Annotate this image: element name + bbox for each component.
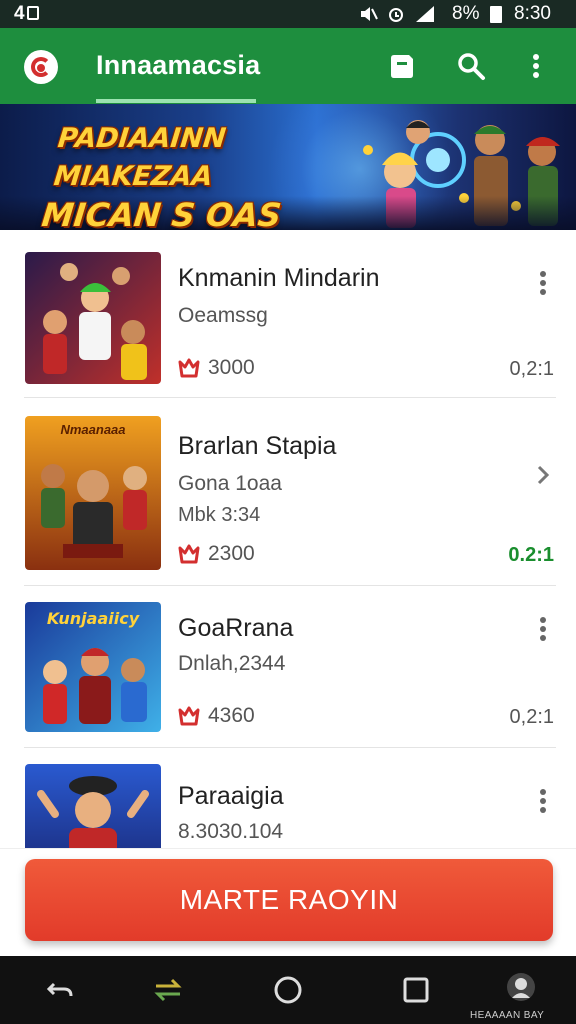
crown-icon (178, 358, 200, 378)
search-icon (458, 53, 485, 80)
assistant-button[interactable] (504, 970, 536, 1002)
game-thumbnail: Kunjaaiicy (25, 602, 161, 732)
thumb-title: Kunjaaiicy (47, 609, 140, 628)
game-version: 0.2:1 (508, 544, 554, 566)
chevron-right-icon (537, 465, 550, 485)
mute-icon (361, 7, 378, 21)
bookmark-button[interactable] (386, 50, 418, 82)
status-bar: 4 8% 8:30 (0, 0, 576, 28)
game-rating: 2300 (178, 542, 255, 566)
game-subtitle: Gona 1oaa (178, 472, 282, 495)
alarm-icon (389, 8, 403, 22)
game-thumbnail (25, 764, 161, 850)
item-more-button[interactable] (532, 268, 554, 298)
game-thumbnail (25, 252, 161, 384)
list-item[interactable]: Knmanin Mindarin Oeamssg 3000 0,2:1 (0, 230, 576, 398)
assistant-icon (507, 973, 535, 1001)
app-title: Innaamacsia (96, 50, 261, 80)
status-icons (358, 2, 436, 26)
title-underline (96, 99, 256, 103)
banner-headline: PADIAAINN MIAKEZAA MICAN S OAS NERR!! (40, 120, 380, 230)
game-subtitle: 8.3030.104 (178, 820, 284, 843)
list-item[interactable]: Kunjaaiicy GoaRrana Dnlah,2344 4360 0,2:… (0, 586, 576, 748)
home-button[interactable] (272, 974, 304, 1006)
list-item[interactable]: Nmaanaaa Brarlan Stapia Gona 1oaa Mbk 3:… (0, 398, 576, 586)
more-vert-icon (533, 54, 539, 78)
cta-container: MARTE RAOYIN (0, 848, 576, 956)
game-name: Paraaigia (178, 782, 284, 810)
game-subtitle: Oeamssg (178, 304, 268, 327)
game-version: 0,2:1 (509, 358, 554, 380)
game-thumbnail: Nmaanaaa (25, 416, 161, 570)
status-left-text: 4 (14, 3, 25, 24)
game-rating: 4360 (178, 704, 255, 728)
game-version: 0,2:1 (509, 706, 554, 728)
game-name: Brarlan Stapia (178, 432, 337, 460)
recents-icon (403, 977, 429, 1003)
banner-headline-line2: MICAN S OAS NERR!! (40, 196, 284, 230)
notification-icon (26, 6, 39, 20)
battery-icon (490, 6, 502, 23)
rating-value: 2300 (208, 542, 255, 565)
battery-percent: 8% (452, 3, 480, 24)
more-options-button[interactable] (520, 50, 552, 82)
game-rating: 3000 (178, 356, 255, 380)
primary-action-button[interactable]: MARTE RAOYIN (25, 859, 553, 941)
signal-icon (416, 6, 434, 22)
list-item[interactable]: Paraaigia 8.3030.104 9ak (0, 748, 576, 850)
crown-icon (178, 544, 200, 564)
banner-headline-line1: PADIAAINN MIAKEZAA (52, 123, 228, 192)
system-nav-bar: HEAAAAN BAY (0, 956, 576, 1024)
search-button[interactable] (455, 50, 487, 82)
game-name: GoaRrana (178, 614, 294, 642)
switch-button[interactable] (152, 974, 184, 1006)
status-time: 8:30 (514, 3, 551, 24)
recents-button[interactable] (400, 974, 432, 1006)
thumb-title: Nmaanaaa (60, 422, 125, 437)
watermark-text: HEAAAAN BAY (470, 1010, 545, 1021)
back-button[interactable] (44, 974, 76, 1006)
more-vert-icon (540, 271, 546, 295)
crown-icon (178, 706, 200, 726)
item-open-button[interactable] (532, 460, 554, 490)
item-more-button[interactable] (532, 614, 554, 644)
game-list: Knmanin Mindarin Oeamssg 3000 0,2:1 Nmaa… (0, 230, 576, 850)
game-subtitle-2: Mbk 3:34 (178, 504, 261, 526)
game-subtitle: Dnlah,2344 (178, 652, 286, 675)
item-more-button[interactable] (532, 786, 554, 816)
game-name: Knmanin Mindarin (178, 264, 380, 292)
promo-banner[interactable]: PADIAAINN MIAKEZAA MICAN S OAS NERR!! (0, 104, 576, 230)
bookmark-icon (391, 55, 413, 78)
switch-icon (154, 978, 182, 1002)
app-logo-icon[interactable] (24, 50, 58, 84)
rating-value: 4360 (208, 704, 255, 727)
home-icon (274, 976, 302, 1004)
back-icon (46, 982, 73, 997)
status-left: 4 (14, 3, 39, 25)
more-vert-icon (540, 617, 546, 641)
rating-value: 3000 (208, 356, 255, 379)
app-bar: Innaamacsia (0, 28, 576, 104)
more-vert-icon (540, 789, 546, 813)
